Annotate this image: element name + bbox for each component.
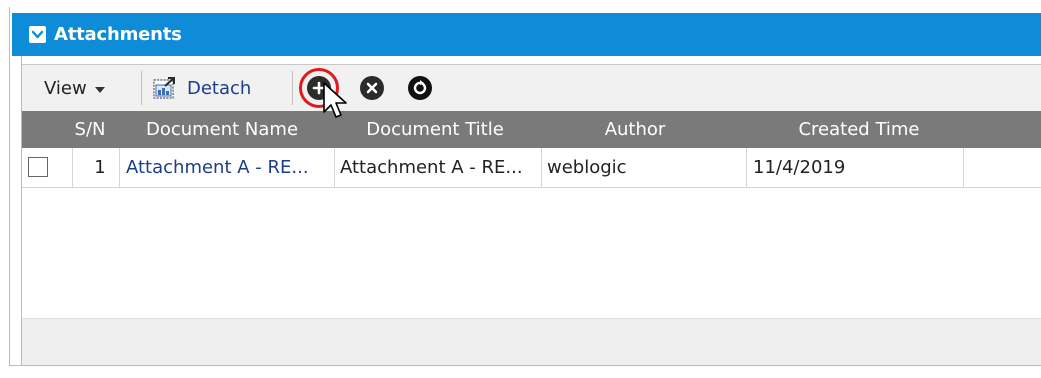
cell-divider: [746, 148, 747, 187]
toolbar-separator: [292, 71, 293, 105]
toolbar: View Detach: [22, 64, 1041, 111]
refresh-circle-icon[interactable]: [408, 76, 432, 100]
cell-divider: [72, 148, 73, 187]
caret-down-icon: [94, 87, 105, 93]
row-checkbox[interactable]: [28, 157, 48, 177]
column-header-author[interactable]: Author: [540, 111, 730, 148]
plus-circle-icon[interactable]: [307, 76, 331, 100]
view-menu-button[interactable]: View: [44, 78, 105, 99]
table-footer: [22, 318, 1041, 365]
detach-label: Detach: [187, 77, 252, 99]
column-header-sn[interactable]: S/N: [70, 111, 110, 148]
cell-divider: [119, 148, 120, 187]
detach-icon: [153, 77, 175, 99]
column-header-document-name[interactable]: Document Name: [127, 111, 317, 148]
column-header-created-time[interactable]: Created Time: [744, 111, 974, 148]
table-empty-area: [22, 188, 1041, 318]
cell-document-title: Attachment A - RE...: [340, 157, 523, 178]
cell-sn: 1: [94, 157, 106, 178]
view-menu-label: View: [44, 78, 87, 99]
panel-title: Attachments: [54, 24, 182, 45]
detach-button[interactable]: Detach: [153, 73, 251, 103]
chevron-down-icon[interactable]: [29, 26, 46, 43]
cell-author: weblogic: [547, 157, 627, 178]
attachments-panel-header: Attachments: [12, 13, 1041, 56]
cell-divider: [541, 148, 542, 187]
table-header: S/N Document Name Document Title Author …: [22, 111, 1041, 148]
x-circle-icon[interactable]: [360, 76, 384, 100]
column-header-document-title[interactable]: Document Title: [340, 111, 530, 148]
cell-divider: [963, 148, 964, 187]
table-row[interactable]: 1 Attachment A - RE... Attachment A - RE…: [22, 148, 1041, 188]
cell-created-time: 11/4/2019: [753, 157, 846, 178]
toolbar-separator: [141, 71, 142, 105]
cell-divider: [334, 148, 335, 187]
document-name-link[interactable]: Attachment A - RE...: [126, 148, 332, 187]
